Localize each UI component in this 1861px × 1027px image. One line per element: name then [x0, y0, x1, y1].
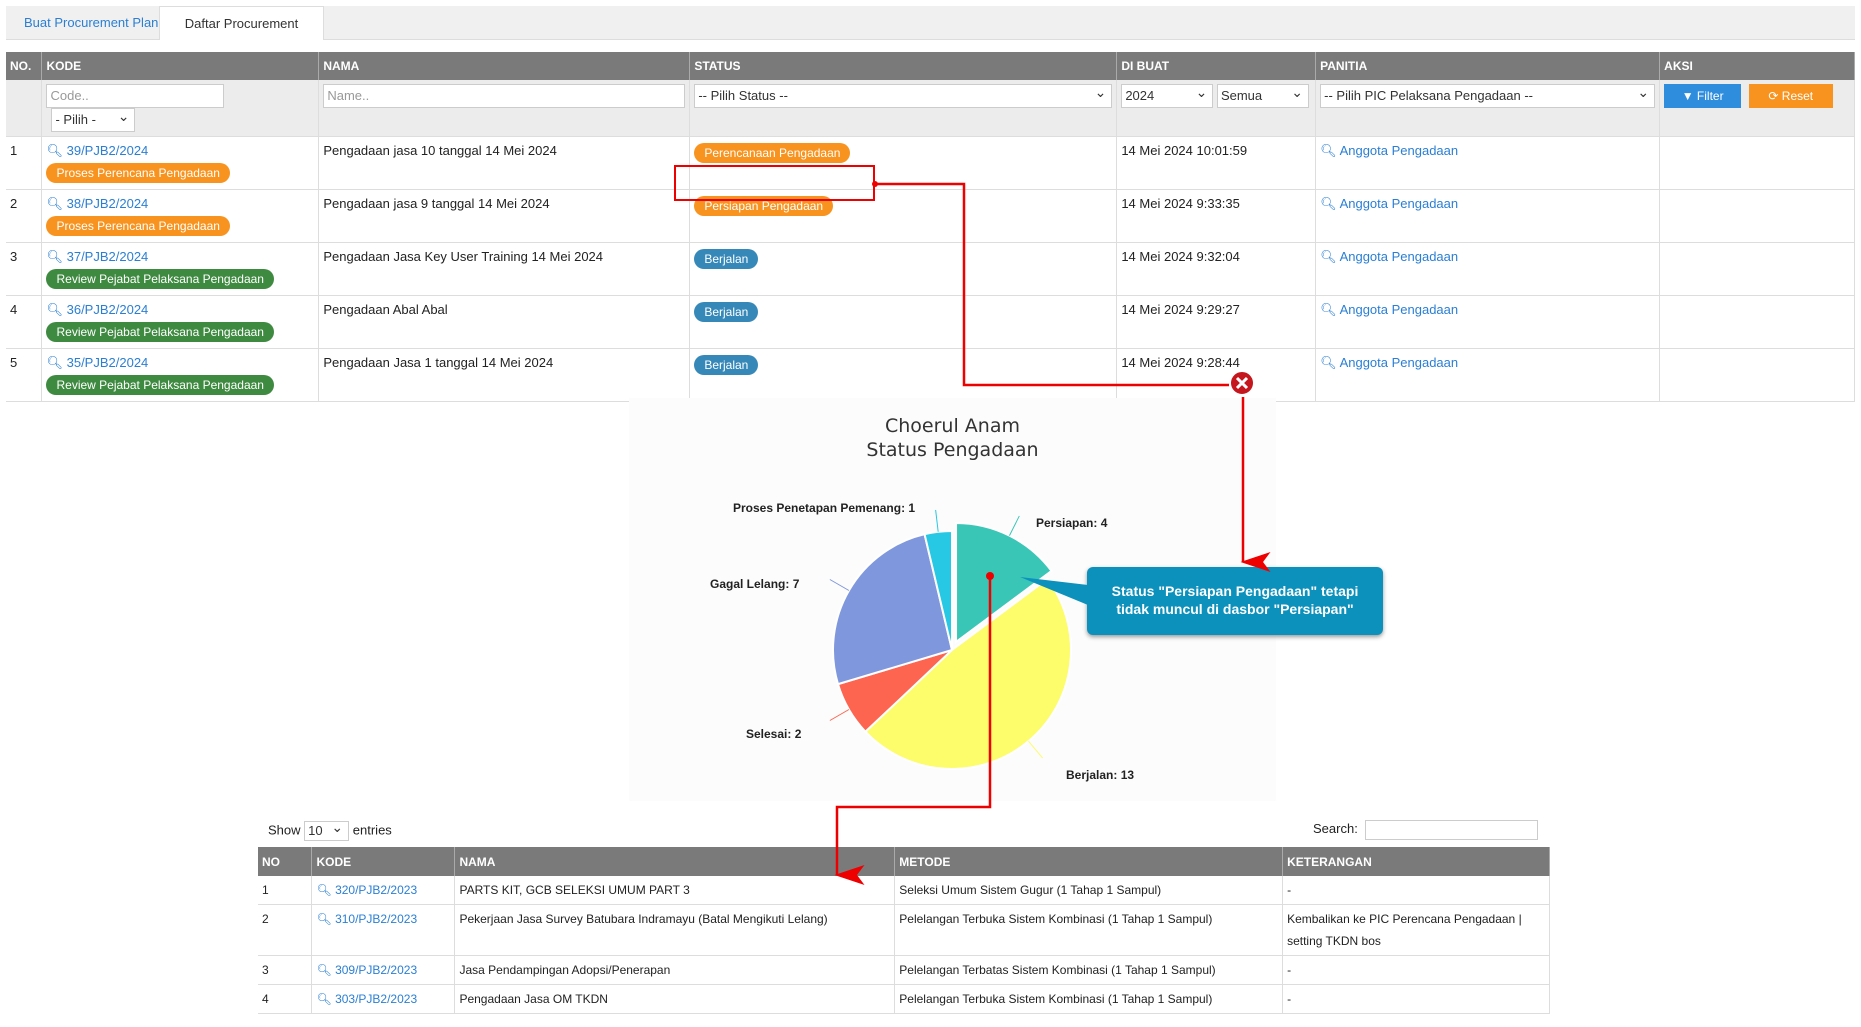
error-x-icon [1229, 370, 1255, 396]
arrow-line [875, 182, 1229, 387]
annotation-arrows [834, 181, 1271, 885]
arrow-line [834, 576, 992, 885]
callout-pointer [1020, 577, 1088, 605]
